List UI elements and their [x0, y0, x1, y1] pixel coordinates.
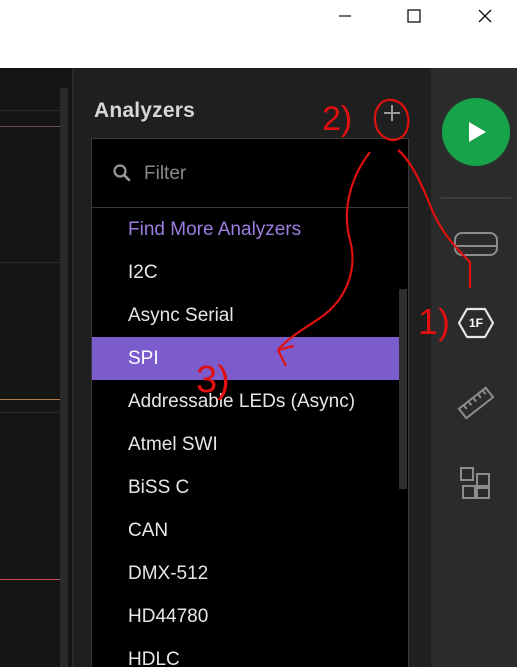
- play-icon: [469, 122, 486, 142]
- channel-trace: [0, 579, 60, 580]
- find-more-analyzers-link[interactable]: Find More Analyzers: [92, 208, 399, 251]
- list-item[interactable]: Async Serial: [92, 294, 399, 337]
- minimize-button[interactable]: [322, 0, 368, 32]
- channel-divider: [0, 262, 60, 263]
- maximize-button[interactable]: [391, 0, 437, 32]
- list-item[interactable]: HDLC: [92, 638, 399, 667]
- list-item[interactable]: I2C: [92, 251, 399, 294]
- list-item[interactable]: CAN: [92, 509, 399, 552]
- analyzer-list: Find More Analyzers I2C Async Serial SPI…: [92, 208, 399, 667]
- extensions-icon: [460, 467, 490, 499]
- channel-divider: [0, 412, 60, 413]
- panel-title: Analyzers: [94, 99, 196, 122]
- maximize-icon: [407, 9, 421, 23]
- right-sidebar: 1F: [431, 68, 517, 667]
- plus-icon: [384, 105, 400, 121]
- channel-trace: [0, 126, 60, 127]
- window-titlebar: [0, 0, 517, 68]
- waveform-area[interactable]: [0, 68, 72, 667]
- filter-box: [92, 139, 408, 208]
- list-item[interactable]: BiSS C: [92, 466, 399, 509]
- list-item[interactable]: DMX-512: [92, 552, 399, 595]
- list-item-selected[interactable]: SPI: [92, 337, 399, 380]
- close-button[interactable]: [462, 0, 508, 32]
- add-analyzer-button[interactable]: [375, 97, 409, 129]
- analyzers-panel: Analyzers Find More Analyzers I2C Async …: [72, 68, 431, 667]
- measurements-button[interactable]: [457, 384, 495, 422]
- channel-divider: [0, 110, 60, 111]
- filter-input[interactable]: [142, 159, 386, 189]
- list-item[interactable]: Atmel SWI: [92, 423, 399, 466]
- analyzer-dropdown: Find More Analyzers I2C Async Serial SPI…: [91, 138, 409, 667]
- device-settings-button[interactable]: [453, 228, 499, 260]
- list-scrollbar[interactable]: [399, 289, 407, 489]
- sidebar-divider: [441, 197, 511, 199]
- extensions-button[interactable]: [459, 466, 493, 500]
- list-item[interactable]: HD44780: [92, 595, 399, 638]
- waveform-scrollbar[interactable]: [60, 88, 68, 667]
- device-icon: [454, 232, 498, 256]
- search-icon: [113, 164, 131, 182]
- run-button[interactable]: [442, 98, 510, 166]
- channel-trace: [0, 399, 60, 400]
- list-item[interactable]: Addressable LEDs (Async): [92, 380, 399, 423]
- ruler-icon: [457, 386, 495, 420]
- minimize-icon: [339, 15, 351, 17]
- analyzers-icon-label: 1F: [468, 316, 483, 330]
- close-icon: [478, 9, 492, 23]
- analyzers-button[interactable]: 1F: [457, 306, 495, 340]
